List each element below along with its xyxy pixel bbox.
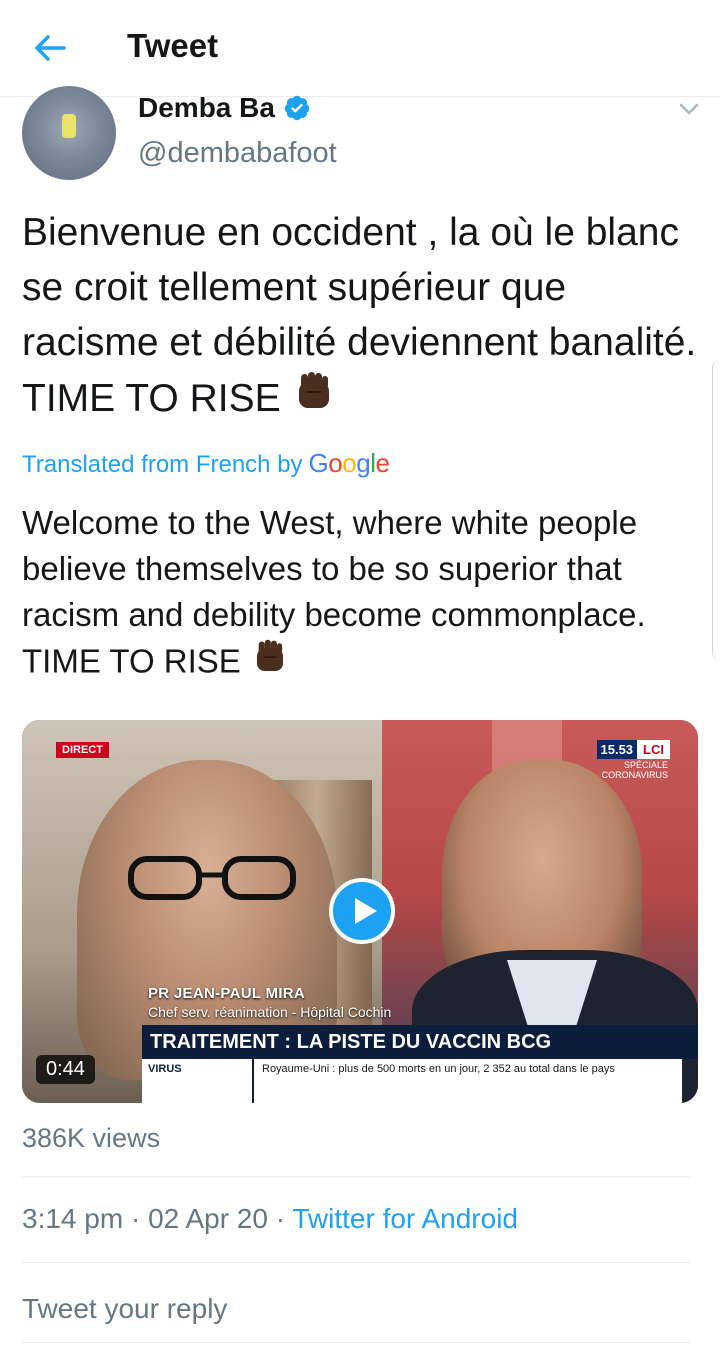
divider [22,1342,690,1343]
translation-body: Welcome to the West, where white people … [22,504,646,680]
ticker-message: Royaume-Uni : plus de 500 morts en un jo… [262,1063,615,1075]
divider [22,1262,690,1263]
channel-name: LCI [637,740,670,759]
scroll-edge [712,360,720,660]
ticker-tag: VIRUS [142,1059,254,1103]
raised-fist-emoji-icon [250,638,290,690]
top-bar: Tweet [0,0,720,97]
reply-input[interactable]: Tweet your reply [22,1293,227,1325]
translated-by-label[interactable]: Translated from French by Google [22,448,390,479]
chevron-down-icon[interactable] [676,96,702,122]
glasses-icon [128,856,296,900]
play-button[interactable] [329,878,395,944]
author-name[interactable]: Demba Ba [138,92,311,124]
news-ticker: VIRUS Royaume-Uni : plus de 500 morts en… [142,1059,682,1103]
back-arrow-icon[interactable] [30,28,70,68]
page-title: Tweet [127,27,219,64]
special-coverage-label: SPÉCIALE CORONAVIRUS [601,760,668,780]
meta-separator: · [275,1203,286,1234]
tweet-meta: 3:14 pm · 02 Apr 20 · Twitter for Androi… [22,1203,518,1235]
meta-separator: · [130,1203,141,1234]
raised-fist-emoji-icon [291,370,337,431]
google-logo: Google [308,448,390,478]
avatar[interactable] [22,86,116,180]
tweet-source-link[interactable]: Twitter for Android [292,1203,518,1234]
tweet-text: Bienvenue en occident , la où le blanc s… [22,205,702,431]
lower-third-nameplate: PR JEAN-PAUL MIRA Chef serv. réanimation… [148,985,391,1020]
tweet-text-body: Bienvenue en occident , la où le blanc s… [22,211,697,420]
tweet-time: 3:14 pm [22,1203,124,1234]
author-name-text: Demba Ba [138,92,275,123]
video-player[interactable]: DIRECT 15.53 LCI SPÉCIALE CORONAVIRUS PR… [22,720,698,1103]
person-role: Chef serv. réanimation - Hôpital Cochin [148,1004,392,1020]
broadcast-time: 15.53 [596,740,638,759]
live-badge: DIRECT [56,742,109,758]
divider [22,1176,690,1177]
tweet-translation: Welcome to the West, where white people … [22,500,702,690]
channel-logo: 15.53 LCI [596,740,670,759]
verified-badge-icon [284,95,310,121]
person-name: PR JEAN-PAUL MIRA [148,985,306,1002]
translated-by-text: Translated from French by [22,451,303,478]
view-count[interactable]: 386K views [22,1123,160,1154]
author-handle[interactable]: @dembabafoot [138,137,337,170]
headline-banner: TRAITEMENT : LA PISTE DU VACCIN BCG [142,1025,698,1059]
tweet-date: 02 Apr 20 [148,1203,268,1234]
video-duration: 0:44 [36,1055,95,1084]
play-icon [355,898,377,924]
